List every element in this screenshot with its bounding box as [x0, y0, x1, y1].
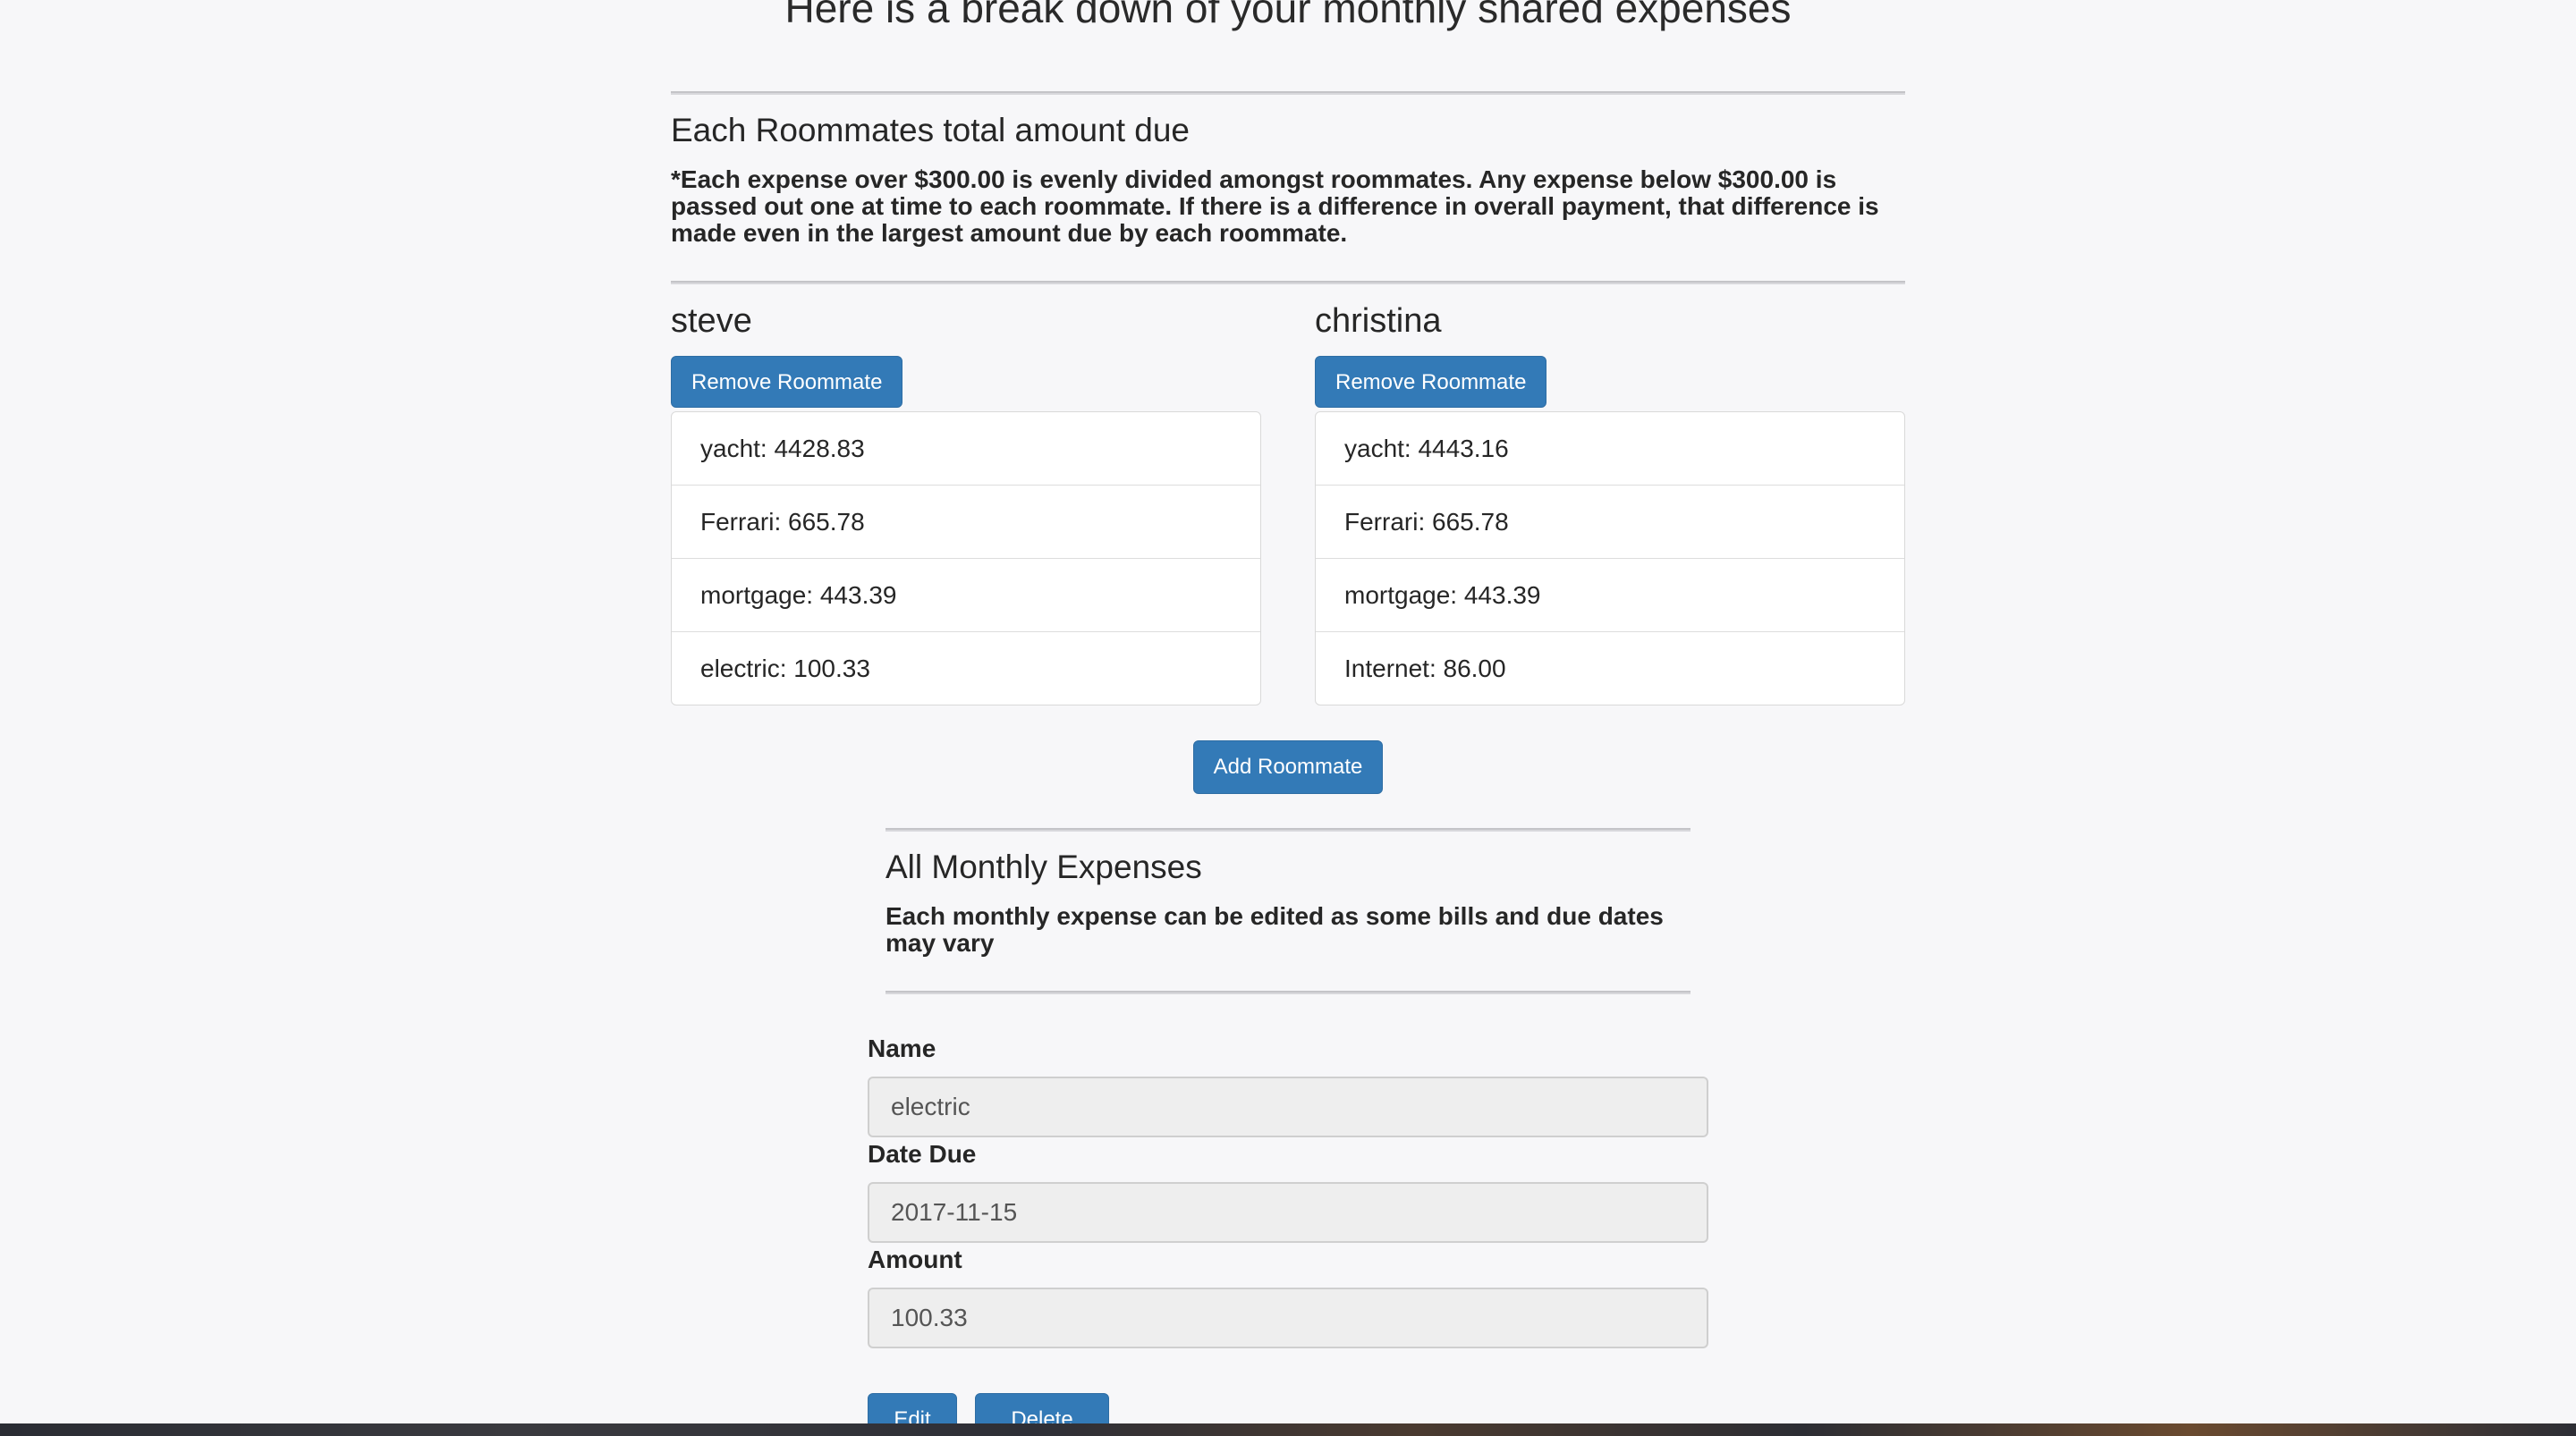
- divider-monthly-top: [886, 828, 1690, 832]
- amount-label: Amount: [868, 1246, 962, 1273]
- monthly-note: Each monthly expense can be edited as so…: [886, 902, 1664, 957]
- list-item: Ferrari: 665.78: [1316, 486, 1904, 559]
- page-title: Here is a break down of your monthly sha…: [784, 0, 1792, 31]
- date-due-input[interactable]: [868, 1182, 1708, 1243]
- monthly-heading: All Monthly Expenses: [886, 849, 1202, 885]
- roommate-expense-list: yacht: 4443.16 Ferrari: 665.78 mortgage:…: [1315, 411, 1905, 705]
- summary-heading: Each Roommates total amount due: [671, 112, 1190, 148]
- divider-summary: [671, 281, 1905, 284]
- name-label: Name: [868, 1035, 936, 1062]
- page: Here is a break down of your monthly sha…: [0, 0, 2576, 1423]
- list-item: Ferrari: 665.78: [672, 486, 1260, 559]
- roommate-expense-list: yacht: 4428.83 Ferrari: 665.78 mortgage:…: [671, 411, 1261, 705]
- divider-monthly-bottom: [886, 991, 1690, 994]
- roommate-card-christina: christina Remove Roommate yacht: 4443.16…: [1315, 300, 1905, 705]
- delete-button[interactable]: Delete: [975, 1393, 1109, 1423]
- divider-top: [671, 91, 1905, 95]
- remove-roommate-button[interactable]: Remove Roommate: [671, 356, 903, 408]
- edit-button[interactable]: Edit: [868, 1393, 957, 1423]
- list-item: Internet: 86.00: [1344, 655, 1506, 682]
- date-due-label: Date Due: [868, 1140, 977, 1168]
- list-item: electric: 100.33: [700, 655, 870, 682]
- summary-note: *Each expense over $300.00 is evenly div…: [671, 165, 1879, 247]
- remove-roommate-button[interactable]: Remove Roommate: [1315, 356, 1547, 408]
- name-input[interactable]: [868, 1077, 1708, 1137]
- list-item: yacht: 4428.83: [672, 412, 1260, 486]
- amount-input[interactable]: [868, 1288, 1708, 1348]
- add-roommate-button[interactable]: Add Roommate: [1193, 740, 1383, 794]
- list-item: mortgage: 443.39: [672, 559, 1260, 632]
- desktop-wallpaper-strip: [0, 1423, 2576, 1436]
- roommate-card-steve: steve Remove Roommate yacht: 4428.83 Fer…: [671, 300, 1261, 705]
- roommate-name: christina: [1315, 302, 1442, 340]
- list-item: mortgage: 443.39: [1316, 559, 1904, 632]
- roommate-name: steve: [671, 302, 752, 340]
- list-item: yacht: 4443.16: [1316, 412, 1904, 486]
